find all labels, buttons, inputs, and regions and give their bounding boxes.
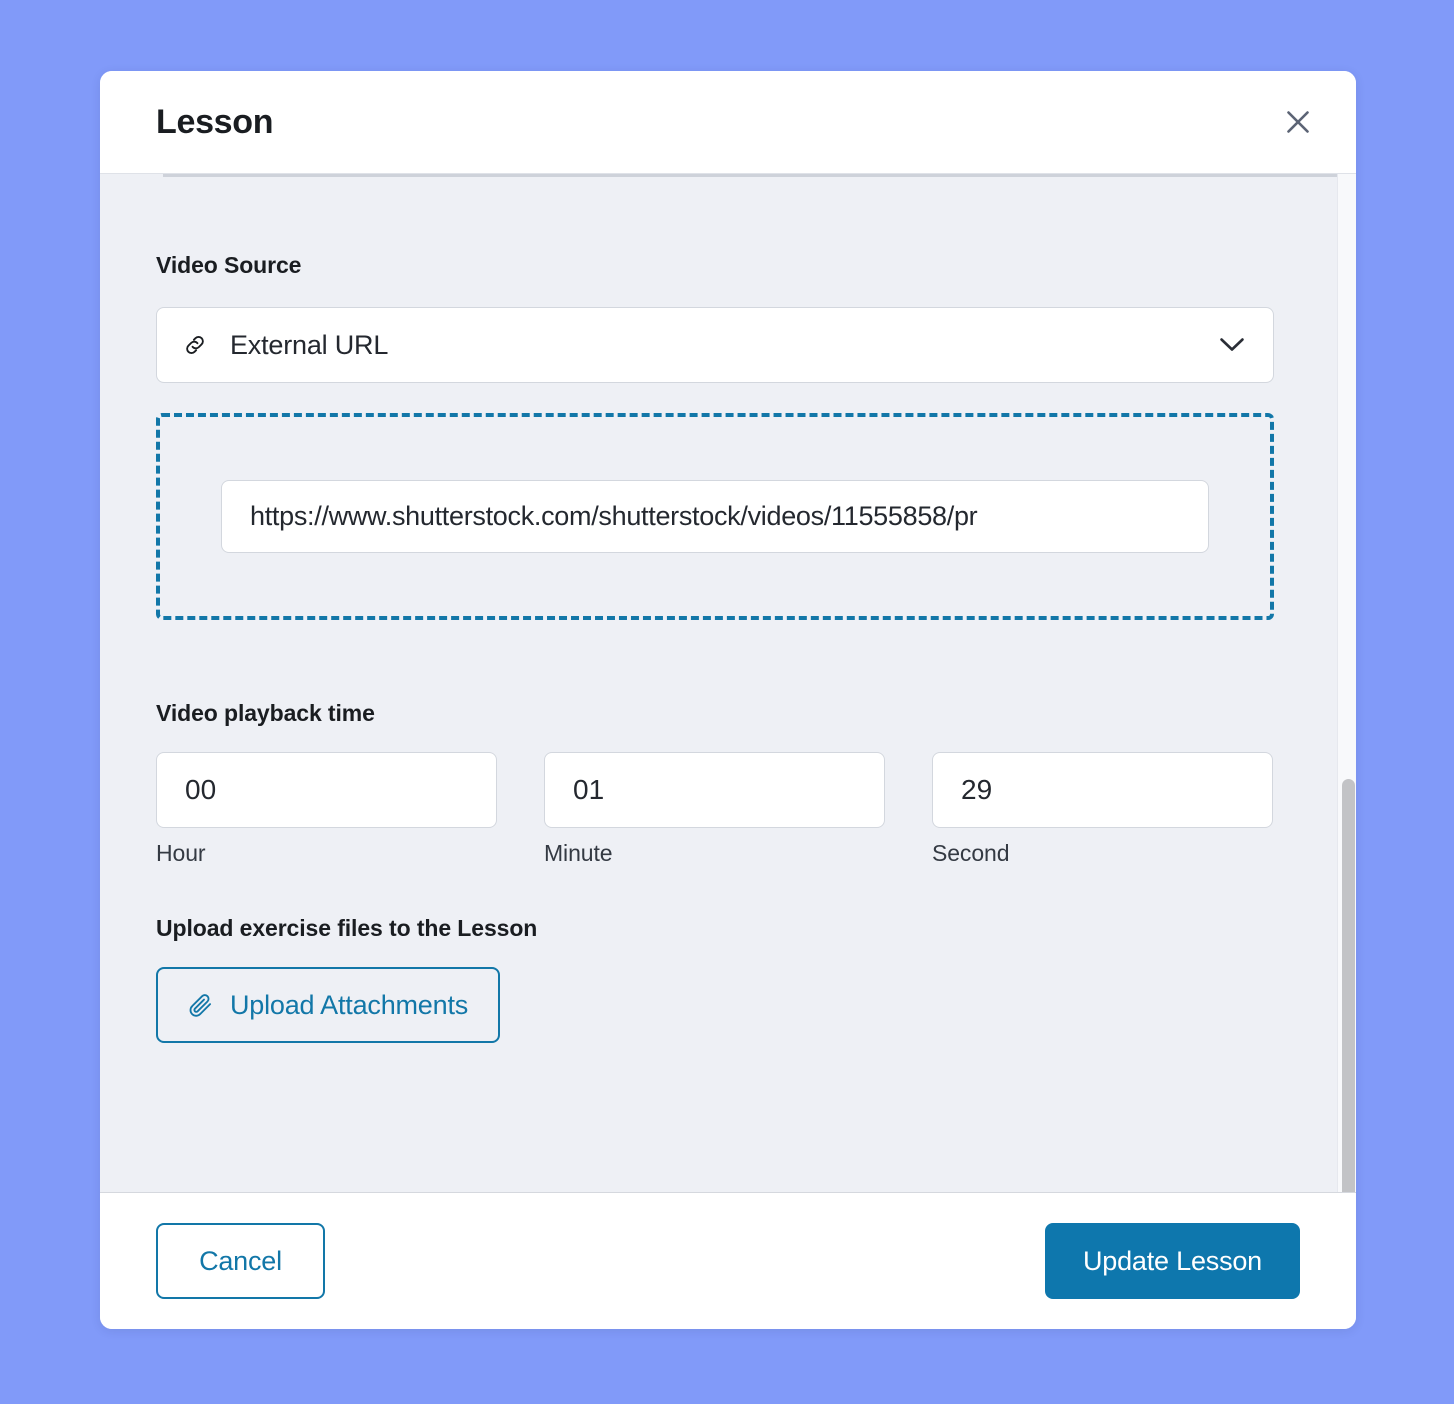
upload-files-label: Upload exercise files to the Lesson [156, 915, 538, 941]
minute-input[interactable] [544, 752, 885, 828]
modal-footer: Cancel Update Lesson [100, 1192, 1356, 1329]
hour-caption: Hour [156, 840, 206, 866]
url-dropzone[interactable] [156, 413, 1274, 620]
vertical-scrollbar-thumb[interactable] [1342, 779, 1355, 1192]
page-title: Lesson [156, 102, 274, 141]
paperclip-icon [188, 992, 214, 1018]
minute-field-cell: Minute [544, 752, 885, 867]
second-input[interactable] [932, 752, 1273, 828]
vertical-scrollbar-track[interactable] [1337, 174, 1356, 1192]
link-icon [181, 331, 209, 359]
upload-files-group: Upload exercise files to the Lesson Uplo… [156, 915, 1300, 1043]
modal-header: Lesson [100, 71, 1356, 174]
close-icon[interactable] [1276, 100, 1320, 144]
upload-attachments-button[interactable]: Upload Attachments [156, 967, 501, 1043]
second-caption: Second [932, 840, 1010, 866]
minute-caption: Minute [544, 840, 613, 866]
playback-time-label: Video playback time [156, 700, 375, 726]
chevron-down-icon[interactable] [1219, 337, 1245, 353]
playback-time-group: Video playback time Hour Minute Second [156, 700, 1300, 867]
modal-body: Video Source External URL https://www.sh… [100, 174, 1356, 1192]
playback-time-row: Hour Minute Second [156, 752, 1300, 867]
update-lesson-button[interactable]: Update Lesson [1044, 1223, 1300, 1299]
video-source-label: Video Source [156, 252, 302, 278]
cancel-button[interactable]: Cancel [156, 1223, 325, 1299]
hour-field-cell: Hour [156, 752, 497, 867]
video-source-group: Video Source External URL [156, 252, 1300, 383]
content-top-edge [163, 174, 1356, 177]
video-url-input[interactable] [221, 480, 1209, 553]
upload-attachments-label: Upload Attachments [230, 989, 469, 1020]
second-field-cell: Second [932, 752, 1273, 867]
lesson-modal: Lesson Video Source External URL https:/… [100, 71, 1356, 1329]
hour-input[interactable] [156, 752, 497, 828]
video-source-select[interactable]: External URL [156, 307, 1274, 383]
video-source-value: External URL [230, 329, 389, 360]
